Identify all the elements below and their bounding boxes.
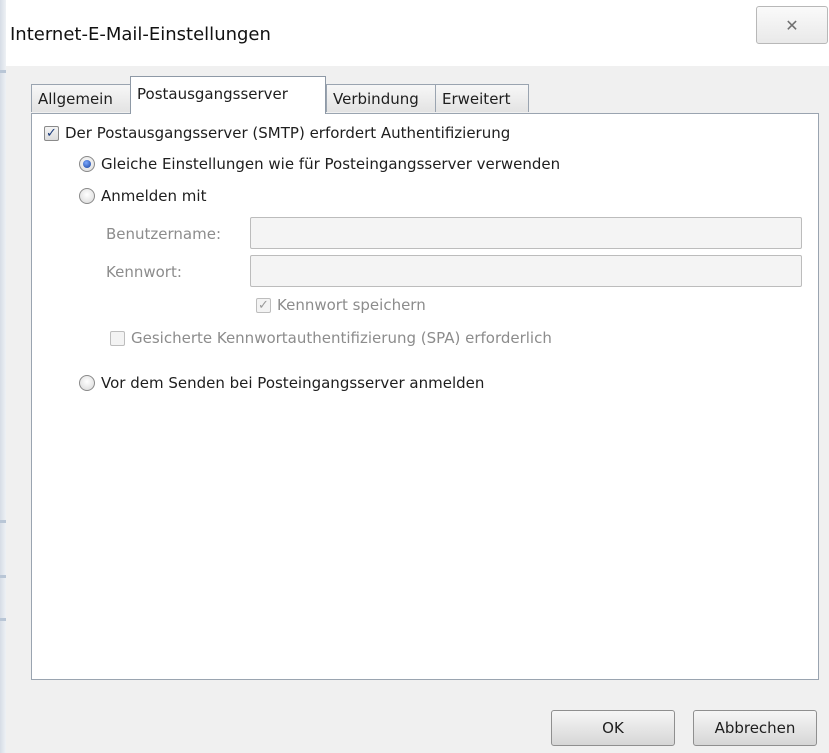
username-input[interactable]: [250, 217, 802, 249]
same-settings-radio[interactable]: [79, 156, 95, 172]
close-button[interactable]: ✕: [756, 6, 828, 44]
tab-erweitert[interactable]: Erweitert: [435, 84, 529, 112]
spa-option[interactable]: Gesicherte Kennwortauthentifizierung (SP…: [110, 329, 552, 347]
cancel-button[interactable]: Abbrechen: [693, 710, 817, 746]
radio-selected-dot: [83, 160, 91, 168]
close-icon: ✕: [785, 15, 799, 35]
login-with-radio[interactable]: [79, 188, 95, 204]
login-before-send-option[interactable]: Vor dem Senden bei Posteingangsserver an…: [79, 374, 484, 392]
window-title: Internet-E-Mail-Einstellungen: [10, 24, 271, 45]
spa-checkbox[interactable]: [110, 330, 125, 346]
login-before-send-label: Vor dem Senden bei Posteingangsserver an…: [101, 374, 485, 392]
password-input[interactable]: [250, 255, 802, 287]
tab-verbindung[interactable]: Verbindung: [326, 84, 436, 112]
tab-postausgangsserver[interactable]: Postausgangsserver: [130, 76, 326, 114]
save-password-option[interactable]: ✓ Kennwort speichern: [256, 296, 426, 314]
dialog-client-area: Allgemein Postausgangsserver Verbindung …: [6, 66, 829, 753]
postausgangsserver-panel: ✓ Der Postausgangsserver (SMTP) erforder…: [31, 113, 819, 680]
password-label: Kennwort:: [106, 263, 182, 281]
tab-allgemein[interactable]: Allgemein: [31, 84, 131, 112]
smtp-auth-option[interactable]: ✓ Der Postausgangsserver (SMTP) erforder…: [44, 124, 510, 142]
smtp-auth-label: Der Postausgangsserver (SMTP) erfordert …: [65, 124, 511, 142]
ok-button[interactable]: OK: [551, 710, 675, 746]
save-password-label: Kennwort speichern: [277, 296, 426, 314]
username-label: Benutzername:: [106, 225, 222, 243]
login-before-send-radio[interactable]: [79, 375, 95, 391]
smtp-auth-checkbox[interactable]: ✓: [44, 125, 59, 141]
login-with-option[interactable]: Anmelden mit: [79, 187, 206, 205]
same-settings-label: Gleiche Einstellungen wie für Posteingan…: [101, 155, 561, 173]
dialog-window: Internet-E-Mail-Einstellungen ✕ Allgemei…: [0, 0, 829, 753]
login-with-label: Anmelden mit: [101, 187, 207, 205]
title-bar: Internet-E-Mail-Einstellungen ✕: [6, 0, 829, 66]
save-password-checkbox[interactable]: ✓: [256, 297, 271, 313]
spa-label: Gesicherte Kennwortauthentifizierung (SP…: [131, 329, 552, 347]
same-settings-option[interactable]: Gleiche Einstellungen wie für Posteingan…: [79, 155, 560, 173]
